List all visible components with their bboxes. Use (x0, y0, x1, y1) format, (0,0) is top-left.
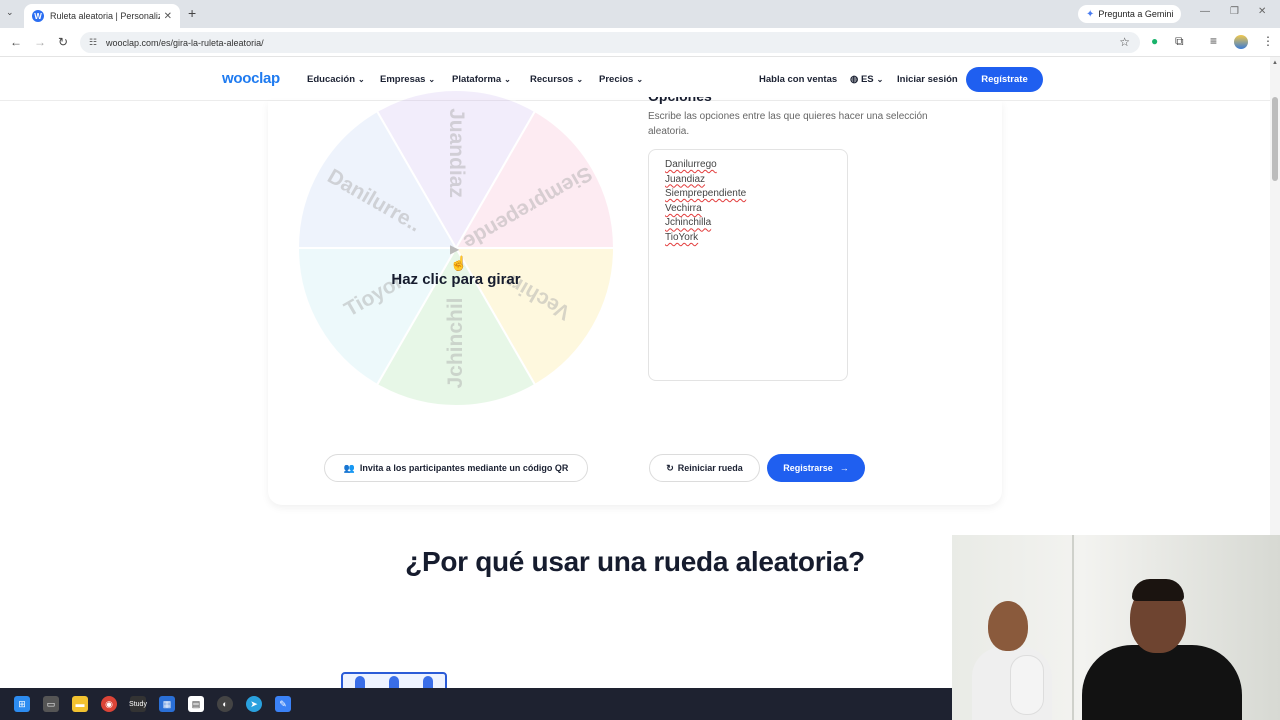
new-tab-icon[interactable]: + (188, 5, 196, 21)
login-link[interactable]: Iniciar sesión (897, 74, 958, 85)
nav-educacion[interactable]: Educación ⌄ (307, 74, 365, 85)
calendar-app-icon[interactable]: ▤ (188, 696, 204, 712)
maximize-icon[interactable]: ❐ (1230, 6, 1239, 17)
reset-wheel-label: Reiniciar rueda (677, 463, 743, 473)
page-scrollbar-thumb[interactable] (1272, 97, 1278, 181)
profile-avatar[interactable] (1234, 35, 1248, 49)
language-selector[interactable]: ◍ ES ⌄ (850, 74, 883, 85)
nav-label: Recursos (530, 74, 574, 85)
person-right-body (1082, 645, 1242, 720)
nav-label: Empresas (380, 74, 426, 85)
browser-menu-icon[interactable]: ⋮ (1262, 34, 1274, 48)
options-description: Escribe las opciones entre las que quier… (648, 111, 928, 137)
microphone (1010, 655, 1044, 715)
chevron-down-icon: ⌄ (636, 75, 644, 84)
mouse-cursor-icon: ☝ (450, 255, 468, 271)
editor-app-icon[interactable]: ✎ (275, 696, 291, 712)
section-heading: ¿Por qué usar una rueda aleatoria? (405, 546, 865, 577)
photos-app-icon[interactable]: ▦ (159, 696, 175, 712)
option-line: Juandiaz (665, 173, 706, 185)
site-info-icon[interactable]: ☷ (89, 37, 97, 48)
reset-wheel-button[interactable]: ↻ Reiniciar rueda (649, 454, 760, 482)
close-window-icon[interactable]: ✕ (1258, 6, 1266, 17)
nav-empresas[interactable]: Empresas ⌄ (380, 74, 435, 85)
option-line: Jchinchilla (665, 217, 712, 229)
nav-plataforma[interactable]: Plataforma ⌄ (452, 74, 511, 85)
chevron-down-icon: ⌄ (428, 75, 436, 84)
person-icon (355, 676, 365, 688)
person-icon (423, 676, 433, 688)
grammarly-extension-icon[interactable]: ● (1151, 34, 1158, 48)
refresh-icon: ↻ (666, 462, 674, 473)
address-bar-row: ← → ↻ ☷ wooclap.com/es/gira-la-ruleta-al… (0, 28, 1280, 57)
bookmark-star-icon[interactable]: ☆ (1119, 35, 1130, 49)
url-text: wooclap.com/es/gira-la-ruleta-aleatoria/ (106, 37, 264, 48)
gemini-sparkle-icon: ✦ (1086, 8, 1095, 20)
windows-taskbar: ⊞ ▭ ▬ ◉ Study ▦ ▤ ◐ ➤ ✎ (0, 688, 952, 720)
back-icon[interactable]: ← (10, 35, 22, 49)
spin-label[interactable]: Haz clic para girar (356, 271, 556, 288)
option-line: Siemprependiente (665, 188, 747, 200)
wheel-segment-label: Jchinchil (444, 297, 467, 389)
contact-sales-link[interactable]: Habla con ventas (759, 74, 837, 85)
options-textarea[interactable]: Danilurrego Juandiaz Siemprependiente Ve… (648, 149, 848, 381)
scroll-up-arrow-icon[interactable]: ▲ (1272, 60, 1278, 66)
windows-start-icon[interactable]: ⊞ (14, 696, 30, 712)
minimize-icon[interactable]: — (1200, 6, 1210, 17)
chevron-down-icon: ⌄ (876, 75, 884, 84)
url-field[interactable]: ☷ wooclap.com/es/gira-la-ruleta-aleatori… (80, 32, 1140, 53)
invite-qr-label: Invita a los participantes mediante un c… (359, 463, 569, 473)
browser-tab-active[interactable]: W Ruleta aleatoria | Personaliza y c ✕ (24, 4, 180, 28)
media-controls-icon[interactable]: ≡ (1210, 34, 1217, 48)
extensions-puzzle-icon[interactable]: ⧉ (1175, 34, 1184, 49)
arrow-right-icon: → (839, 463, 849, 473)
nav-recursos[interactable]: Recursos ⌄ (530, 74, 583, 85)
register-button[interactable]: Registrarse → (767, 454, 865, 482)
gemini-label: Pregunta a Gemini (1098, 9, 1174, 19)
task-view-icon[interactable]: ▭ (43, 696, 59, 712)
wooclap-favicon-icon: W (32, 10, 44, 22)
language-label: ES (860, 74, 874, 85)
play-icon[interactable]: ▶ (450, 242, 459, 256)
tab-title: Ruleta aleatoria | Personaliza y c (50, 11, 160, 21)
option-line: Danilurrego (665, 159, 717, 170)
person-left-head (988, 601, 1028, 651)
person-right-hair (1132, 579, 1184, 601)
forward-icon[interactable]: → (34, 35, 46, 49)
chevron-down-icon: ⌄ (358, 75, 365, 84)
nav-precios[interactable]: Precios ⌄ (599, 74, 643, 85)
users-icon: 👥 (343, 462, 355, 473)
file-explorer-icon[interactable]: ▬ (72, 696, 88, 712)
wooclap-logo[interactable]: wooclap (222, 70, 280, 87)
chrome-icon[interactable]: ◉ (101, 696, 117, 712)
app-red-badge-icon[interactable]: ◐ (217, 696, 233, 712)
telegram-icon[interactable]: ➤ (246, 696, 262, 712)
option-line: TioYork (665, 231, 699, 243)
chevron-down-icon: ⌄ (576, 75, 584, 84)
background-window-frame (1072, 535, 1074, 720)
webcam-overlay (952, 535, 1280, 720)
gemini-button[interactable]: ✦ Pregunta a Gemini (1078, 5, 1182, 23)
browser-tab-bar: ⌄ W Ruleta aleatoria | Personaliza y c ✕… (0, 0, 1280, 28)
signup-button[interactable]: Regístrate (966, 67, 1043, 92)
nav-label: Educación (307, 74, 356, 85)
chevron-down-icon: ⌄ (504, 75, 511, 84)
close-tab-icon[interactable]: ✕ (164, 11, 172, 22)
site-header: wooclap Educación ⌄ Empresas ⌄ Plataforma ⌄… (0, 57, 1270, 101)
tab-search-icon[interactable]: ⌄ (6, 7, 14, 18)
reload-icon[interactable]: ↻ (58, 35, 68, 49)
nav-label: Plataforma (452, 74, 502, 85)
wheel-segment-label: Juandiaz (445, 108, 468, 198)
study-app-icon[interactable]: Study (129, 696, 147, 712)
globe-icon: ◍ (850, 74, 861, 85)
register-label: Registrarse (783, 463, 833, 473)
person-icon (389, 676, 399, 688)
nav-label: Precios (599, 74, 634, 85)
invite-qr-button[interactable]: 👥 Invita a los participantes mediante un… (324, 454, 588, 482)
option-line: Vechirra (665, 202, 702, 214)
